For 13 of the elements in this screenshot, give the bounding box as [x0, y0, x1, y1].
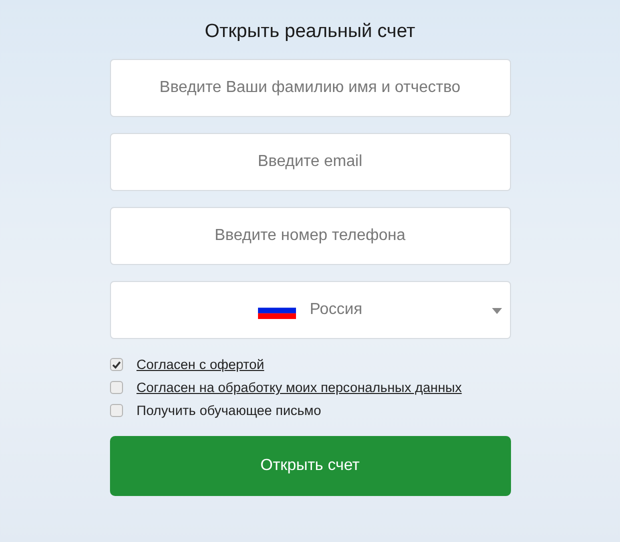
caret-icon [492, 308, 502, 314]
form-title: Открыть реальный счет [204, 20, 416, 44]
input-field[interactable]: Введите email [110, 133, 510, 191]
input-field[interactable]: Введите Ваши фамилию имя и отчество [110, 59, 510, 117]
input-field[interactable]: Введите номер телефона [110, 207, 510, 265]
checkbox[interactable] [110, 381, 122, 394]
checkbox[interactable] [110, 358, 122, 371]
country-select[interactable]: Россия [110, 281, 510, 339]
open-account-button[interactable]: Открыть счет [110, 436, 510, 496]
checkbox[interactable] [110, 404, 122, 417]
agreement-link[interactable]: Согласен с офертой [136, 357, 264, 372]
agreement-link[interactable]: Согласен на обработку моих персональных данных [136, 380, 462, 395]
checkbox-label: Получить обучающее письмо [136, 403, 322, 418]
